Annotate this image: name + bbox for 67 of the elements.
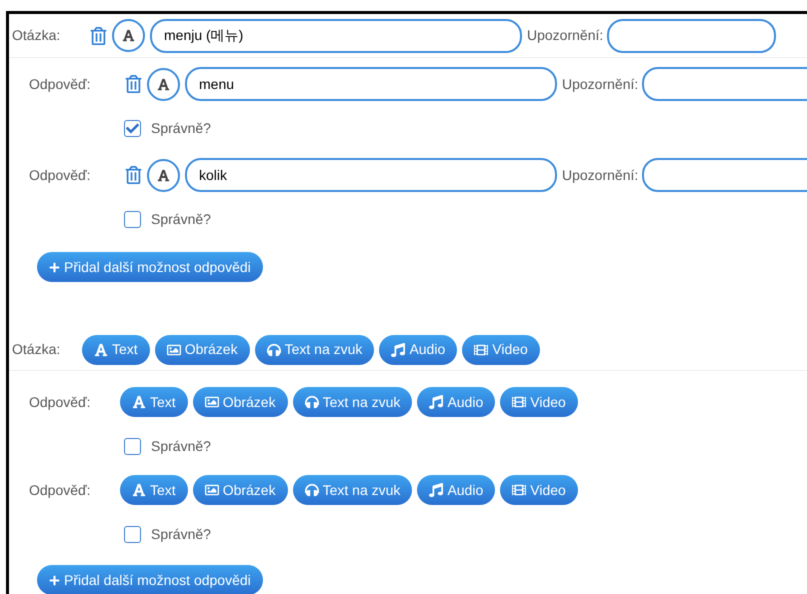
plus-icon bbox=[49, 262, 60, 272]
type-button[interactable]: Video bbox=[500, 475, 578, 505]
type-button[interactable]: Text bbox=[82, 334, 150, 364]
checkbox-label: Správně? bbox=[151, 524, 211, 544]
trash-icon[interactable] bbox=[90, 26, 107, 44]
checkbox-label: Správně? bbox=[151, 118, 211, 138]
trash-icon[interactable] bbox=[125, 166, 142, 184]
type-button[interactable]: Audio bbox=[417, 387, 496, 417]
film-icon bbox=[474, 342, 488, 356]
type-button[interactable]: Text na zvuk bbox=[254, 334, 374, 364]
type-button[interactable]: Obrázek bbox=[154, 334, 250, 364]
answer-label: Odpověď: bbox=[29, 392, 92, 412]
type-button[interactable]: Text na zvuk bbox=[292, 387, 412, 417]
trash-icon[interactable] bbox=[125, 75, 142, 93]
answer-field[interactable]: menu bbox=[185, 67, 557, 101]
warning-label: Upozornění: bbox=[527, 26, 604, 45]
plus-icon bbox=[49, 574, 60, 586]
add-answer-button[interactable]: Přidal další možnost odpovědi bbox=[37, 252, 263, 282]
image-icon bbox=[204, 395, 219, 409]
font-button[interactable] bbox=[147, 68, 180, 100]
film-icon bbox=[512, 483, 526, 497]
warning-label: Upozornění: bbox=[562, 166, 638, 185]
music-note-icon bbox=[429, 483, 444, 497]
type-button[interactable]: Obrázek bbox=[192, 475, 288, 505]
type-button[interactable]: Text bbox=[120, 387, 188, 417]
type-button[interactable]: Text bbox=[120, 475, 188, 505]
font-button[interactable] bbox=[147, 158, 180, 192]
image-icon bbox=[204, 483, 219, 497]
type-button[interactable]: Video bbox=[500, 387, 578, 417]
font-icon bbox=[132, 483, 146, 497]
check-icon bbox=[126, 122, 139, 134]
font-icon bbox=[132, 395, 146, 409]
answer-field[interactable]: kolik bbox=[185, 158, 557, 192]
type-button[interactable]: Audio bbox=[379, 334, 458, 364]
question-label: Otázka: bbox=[12, 26, 62, 45]
font-button[interactable] bbox=[112, 19, 145, 52]
type-button[interactable]: Text na zvuk bbox=[292, 475, 412, 505]
checkbox-label: Správně? bbox=[151, 210, 211, 229]
font-icon bbox=[157, 78, 170, 90]
warning-label: Upozornění: bbox=[562, 74, 638, 94]
font-icon bbox=[122, 29, 135, 42]
type-button[interactable]: Video bbox=[462, 334, 540, 364]
headphones-icon bbox=[266, 342, 281, 356]
checkbox[interactable] bbox=[124, 120, 141, 136]
checkbox-label: Správně? bbox=[151, 436, 211, 456]
headphones-icon bbox=[304, 395, 319, 409]
answer-label: Odpověď: bbox=[29, 166, 92, 185]
answer-label: Odpověď: bbox=[29, 480, 92, 500]
warning-field[interactable] bbox=[642, 158, 807, 192]
checkbox[interactable] bbox=[124, 438, 141, 454]
font-icon bbox=[94, 342, 108, 356]
add-answer-button[interactable]: Přidal další možnost odpovědi bbox=[37, 565, 263, 594]
music-note-icon bbox=[429, 395, 444, 409]
image-icon bbox=[166, 342, 181, 356]
answer-label: Odpověď: bbox=[29, 74, 92, 94]
warning-field[interactable] bbox=[607, 18, 776, 52]
checkbox[interactable] bbox=[124, 526, 141, 542]
warning-field[interactable] bbox=[642, 67, 807, 101]
film-icon bbox=[512, 395, 526, 409]
font-icon bbox=[157, 168, 170, 182]
music-note-icon bbox=[391, 342, 406, 356]
question-label: Otázka: bbox=[12, 340, 62, 359]
type-button[interactable]: Obrázek bbox=[192, 387, 288, 417]
checkbox[interactable] bbox=[124, 210, 141, 228]
question-field[interactable]: menju (메뉴) bbox=[150, 18, 522, 52]
headphones-icon bbox=[304, 483, 319, 497]
type-button[interactable]: Audio bbox=[417, 475, 496, 505]
